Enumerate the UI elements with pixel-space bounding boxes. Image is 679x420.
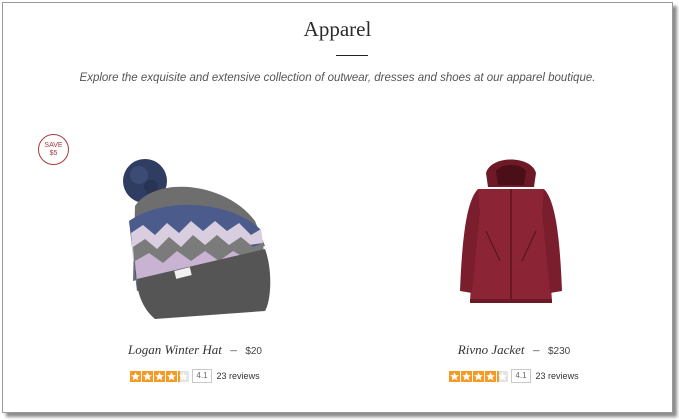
title-divider: [336, 55, 368, 56]
winter-hat-icon[interactable]: [115, 151, 275, 321]
star-icon: [497, 370, 509, 382]
star-icon: [166, 370, 178, 382]
section-title: Apparel: [303, 17, 372, 41]
product-rating: 4.1 23 reviews: [65, 369, 325, 383]
jacket-icon[interactable]: [456, 151, 566, 311]
save-badge-amount: $5: [49, 149, 58, 157]
star-icon: [130, 370, 142, 382]
star-icon: [449, 370, 461, 382]
name-price-separator: –: [230, 342, 237, 357]
product-price: $20: [245, 346, 262, 357]
rating-value: 4.1: [511, 369, 531, 383]
star-icon: [142, 370, 154, 382]
product-name[interactable]: Rivno Jacket: [458, 342, 525, 357]
name-price-separator: –: [533, 342, 540, 357]
star-rating: [130, 370, 190, 382]
star-icon: [485, 370, 497, 382]
reviews-link[interactable]: 23 reviews: [217, 371, 260, 381]
star-icon: [154, 370, 166, 382]
star-rating: [449, 370, 509, 382]
star-icon: [473, 370, 485, 382]
product-card-jacket: Rivno Jacket – $230: [384, 341, 644, 359]
save-badge-label: SAVE: [44, 141, 63, 149]
product-price: $230: [547, 346, 571, 357]
page-frame: Apparel Explore the exquisite and extens…: [2, 2, 673, 413]
star-icon: [178, 370, 190, 382]
product-card-hat: Logan Winter Hat – $20: [65, 341, 325, 359]
star-icon: [461, 370, 473, 382]
reviews-link[interactable]: 23 reviews: [536, 371, 579, 381]
rating-value: 4.1: [192, 369, 212, 383]
product-rating: 4.1 23 reviews: [384, 369, 644, 383]
save-badge: SAVE $5: [38, 134, 69, 165]
section-subtitle: Explore the exquisite and extensive coll…: [79, 72, 596, 84]
product-name[interactable]: Logan Winter Hat: [128, 342, 222, 357]
